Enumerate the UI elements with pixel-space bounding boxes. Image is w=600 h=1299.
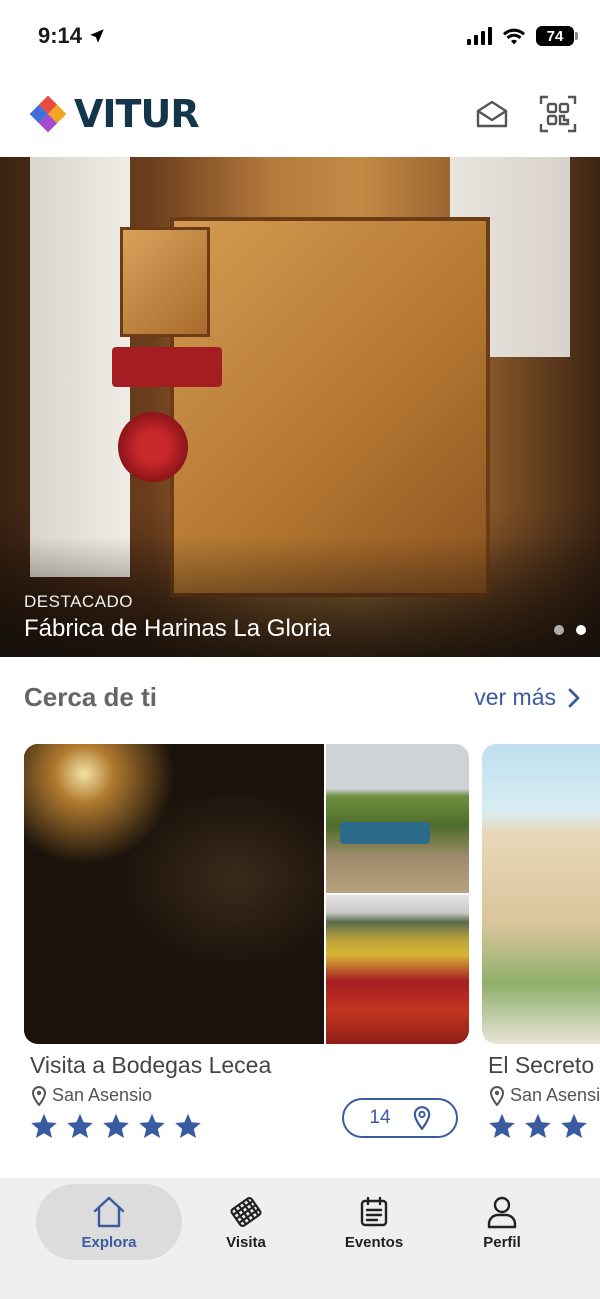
carousel-dot[interactable] bbox=[554, 625, 564, 635]
qr-code-icon bbox=[539, 95, 577, 133]
status-indicators: 74 bbox=[467, 26, 578, 46]
logo-text: VITUR bbox=[74, 92, 200, 136]
location-arrow-icon bbox=[90, 29, 104, 43]
experience-card[interactable]: El Secreto San Asensio bbox=[482, 744, 600, 1140]
featured-carousel[interactable]: DESTACADO Fábrica de Harinas La Gloria bbox=[0, 157, 600, 657]
hero-photo-detail bbox=[112, 347, 222, 387]
experience-card[interactable]: Visita a Bodegas Lecea San Asensio 14 bbox=[24, 744, 469, 1140]
map-pin-icon bbox=[32, 1085, 46, 1106]
star-icon bbox=[103, 1113, 129, 1139]
section-title: Cerca de ti bbox=[24, 682, 157, 712]
see-more-link[interactable]: ver más bbox=[474, 684, 580, 711]
carousel-indicator bbox=[554, 625, 586, 635]
home-icon bbox=[93, 1196, 125, 1227]
wifi-icon bbox=[503, 28, 525, 45]
map-pin-icon bbox=[490, 1085, 504, 1106]
cave-cellar-photo bbox=[24, 744, 324, 1044]
card-photo-gallery[interactable] bbox=[24, 744, 469, 1044]
cellular-signal-icon bbox=[467, 27, 492, 45]
locations-count-button[interactable]: 14 bbox=[342, 1098, 458, 1138]
vineyard-jeep-photo bbox=[326, 744, 469, 893]
qr-scan-button[interactable] bbox=[538, 94, 578, 134]
app-logo[interactable]: VITUR bbox=[26, 92, 200, 136]
hero-photo-detail bbox=[120, 227, 210, 337]
star-icon bbox=[31, 1113, 57, 1139]
featured-title[interactable]: Fábrica de Harinas La Gloria bbox=[24, 615, 331, 643]
village-illustration-photo[interactable] bbox=[482, 744, 600, 1044]
logo-mark-icon bbox=[29, 95, 67, 133]
tab-eventos[interactable]: Eventos bbox=[310, 1184, 438, 1260]
hero-photo-detail bbox=[118, 412, 188, 482]
star-icon bbox=[67, 1113, 93, 1139]
status-time: 9:14 bbox=[38, 23, 106, 49]
star-icon bbox=[561, 1113, 587, 1139]
status-bar: 9:14 74 bbox=[0, 0, 600, 72]
map-grid-icon bbox=[230, 1196, 262, 1227]
calendar-icon bbox=[360, 1196, 388, 1226]
star-icon bbox=[525, 1113, 551, 1139]
header-actions bbox=[472, 94, 578, 134]
envelope-open-icon bbox=[476, 100, 508, 128]
card-title: Visita a Bodegas Lecea bbox=[30, 1052, 272, 1078]
user-icon bbox=[487, 1196, 517, 1228]
tab-explora[interactable]: Explora bbox=[36, 1184, 182, 1260]
nearby-section-header: Cerca de ti ver más bbox=[24, 682, 580, 713]
tab-visita[interactable]: Visita bbox=[182, 1184, 310, 1260]
card-location: San Asensio bbox=[482, 1085, 600, 1106]
bottom-tab-bar: Explora Visita Eventos Perfil bbox=[0, 1178, 600, 1299]
inbox-button[interactable] bbox=[472, 94, 512, 134]
map-pin-icon bbox=[413, 1106, 430, 1130]
rating-stars bbox=[482, 1112, 600, 1140]
star-icon bbox=[175, 1113, 201, 1139]
card-title: El Secreto bbox=[488, 1052, 595, 1078]
tab-perfil[interactable]: Perfil bbox=[438, 1184, 566, 1260]
battery-indicator: 74 bbox=[536, 26, 578, 46]
app-header: VITUR bbox=[0, 78, 600, 150]
star-icon bbox=[489, 1113, 515, 1139]
featured-label: DESTACADO bbox=[24, 592, 134, 611]
photo-column bbox=[326, 744, 469, 1044]
vineyard-field-photo bbox=[326, 895, 469, 1044]
star-icon bbox=[139, 1113, 165, 1139]
carousel-dot-active[interactable] bbox=[576, 625, 586, 635]
chevron-right-icon bbox=[568, 688, 580, 707]
